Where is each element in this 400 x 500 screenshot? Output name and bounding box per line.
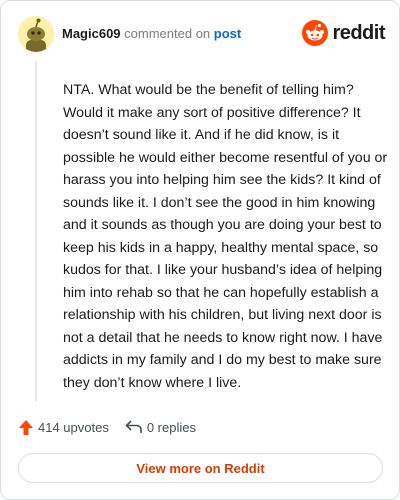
reddit-wordmark: reddit	[332, 21, 385, 44]
comment-embed-card: Magic609 commented on post reddit NTA. W…	[0, 0, 400, 500]
reply-count: 0 replies	[146, 419, 196, 435]
upvote-button[interactable]: 414 upvotes	[18, 419, 109, 436]
commented-on-text: commented on	[124, 26, 211, 41]
post-link[interactable]: post	[214, 26, 241, 41]
comment-body: NTA. What would be the benefit of tellin…	[63, 82, 388, 391]
view-more-button[interactable]: View more on Reddit	[18, 453, 383, 483]
upvote-arrow-icon	[19, 419, 33, 435]
snoo-avatar-icon	[18, 16, 54, 52]
thread-line	[35, 61, 37, 401]
avatar[interactable]	[18, 16, 54, 52]
replies-button[interactable]: 0 replies	[125, 420, 196, 435]
username[interactable]: Magic609	[62, 26, 121, 41]
reddit-brand[interactable]: reddit	[302, 19, 385, 47]
comment-actions: 414 upvotes 0 replies	[18, 416, 196, 438]
reddit-logo-icon	[302, 20, 329, 46]
comment-header: Magic609 commented on post reddit	[18, 16, 385, 54]
reply-arrow-icon	[125, 420, 142, 433]
comment-attribution: Magic609 commented on post	[62, 26, 241, 42]
upvote-count: 414 upvotes	[38, 419, 109, 435]
